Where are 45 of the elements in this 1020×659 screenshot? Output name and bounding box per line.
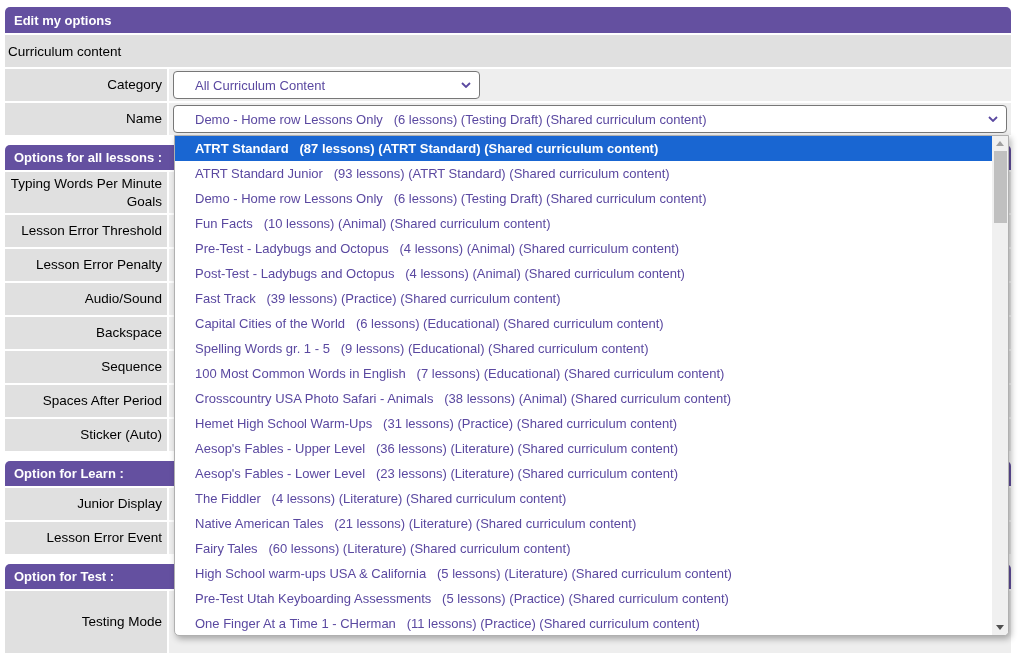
section-title: Options for all lessons :: [14, 150, 163, 165]
option-label: Lesson Error Threshold: [20, 222, 162, 240]
dropdown-field[interactable]: All Curriculum Content: [173, 71, 480, 99]
dropdown-option[interactable]: The Fiddler (4 lessons) (Literature) (Shared curriculum content): [175, 486, 992, 511]
option-label: Typing Words Per Minute Goals: [9, 174, 162, 211]
dropdown-option[interactable]: Crosscountry USA Photo Safari - Animals (38 lessons) (Animal) (Shared curriculum content): [175, 386, 992, 411]
section-title: Option for Learn :: [14, 466, 124, 481]
scrollbar-thumb[interactable]: [993, 151, 1007, 223]
chevron-icon: [461, 82, 471, 88]
dropdown-option[interactable]: Demo - Home row Lessons Only (6 lessons) (Testing Draft) (Shared curriculum content): [175, 186, 992, 211]
dropdown-option[interactable]: Pre-Test Utah Keyboarding Assessments (5 lessons) (Practice) (Shared curriculum content): [175, 586, 992, 611]
dropdown-option[interactable]: Spelling Words gr. 1 - 5 (9 lessons) (Educational) (Shared curriculum content): [175, 336, 992, 361]
scroll-down-icon[interactable]: [996, 625, 1004, 630]
option-label: Junior Display: [76, 495, 162, 513]
dropdown-option[interactable]: Native American Tales (21 lessons) (Literature) (Shared curriculum content): [175, 511, 992, 536]
option-label: Lesson Error Penalty: [34, 256, 162, 274]
dropdown-option[interactable]: Hemet High School Warm-Ups (31 lessons) (Practice) (Shared curriculum content): [175, 411, 992, 436]
dropdown-option[interactable]: Fairy Tales (60 lessons) (Literature) (Shared curriculum content): [175, 536, 992, 561]
option-label: Audio/Sound: [83, 290, 162, 308]
subheading: Curriculum content: [8, 43, 122, 59]
dropdown-option[interactable]: Aesop's Fables - Lower Level (23 lessons) (Literature) (Shared curriculum content): [175, 461, 992, 486]
dropdown-option[interactable]: One Finger At a Time 1 - CHerman (11 lessons) (Practice) (Shared curriculum content): [175, 611, 992, 635]
dropdown-option[interactable]: Fast Track (39 lessons) (Practice) (Shared curriculum content): [175, 286, 992, 311]
dropdown-option[interactable]: Capital Cities of the World (6 lessons) (Educational) (Shared curriculum content): [175, 311, 992, 336]
scrollbar[interactable]: [992, 136, 1008, 635]
section-title: Edit my options: [14, 12, 112, 28]
section-title: Option for Test :: [14, 569, 115, 584]
dropdown-option[interactable]: Aesop's Fables - Upper Level (36 lessons) (Literature) (Shared curriculum content): [175, 436, 992, 461]
dropdown-option[interactable]: ATRT Standard (87 lessons) (ATRT Standard) (Shared curriculum content): [175, 136, 992, 161]
dropdown-option[interactable]: High School warm-ups USA & California (5 lessons) (Literature) (Shared curriculum content): [175, 561, 992, 586]
chevron-icon: [988, 116, 998, 122]
dropdown-option[interactable]: Post-Test - Ladybugs and Octopus (4 lessons) (Animal) (Shared curriculum content): [175, 261, 992, 286]
option-label: Backspace: [94, 324, 162, 342]
option-label: Spaces After Period: [41, 392, 162, 410]
dropdown-field[interactable]: Demo - Home row Lessons Only (6 lessons) (Testing Draft) (Shared curriculum content): [173, 105, 1007, 133]
dropdown-option[interactable]: ATRT Standard Junior (93 lessons) (ATRT Standard) (Shared curriculum content): [175, 161, 992, 186]
field-label: Name: [125, 110, 162, 128]
option-label: Testing Mode: [80, 613, 162, 631]
dropdown-option[interactable]: 100 Most Common Words in English (7 lessons) (Educational) (Shared curriculum content): [175, 361, 992, 386]
option-label: Sticker (Auto): [79, 426, 162, 444]
option-label: Lesson Error Event: [45, 529, 162, 547]
option-label: Sequence: [100, 358, 162, 376]
dropdown-option[interactable]: Pre-Test - Ladybugs and Octopus (4 lessons) (Animal) (Shared curriculum content): [175, 236, 992, 261]
dropdown-option[interactable]: Fun Facts (10 lessons) (Animal) (Shared curriculum content): [175, 211, 992, 236]
field-label: Category: [106, 76, 162, 94]
